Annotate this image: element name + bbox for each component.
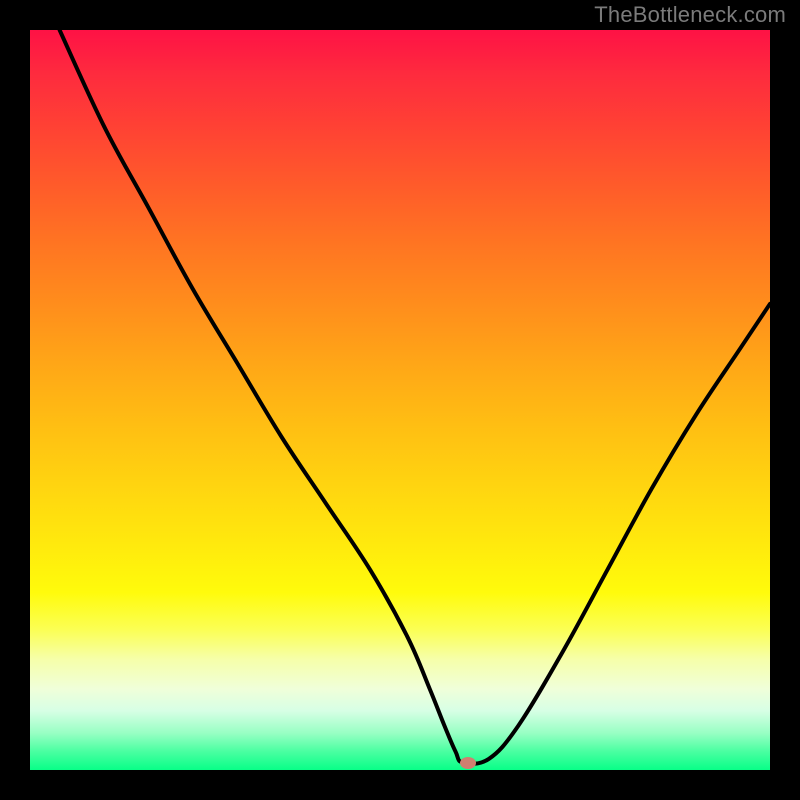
optimal-point-marker — [460, 757, 476, 769]
chart-frame: TheBottleneck.com — [0, 0, 800, 800]
watermark-text: TheBottleneck.com — [594, 2, 786, 28]
plot-area — [30, 30, 770, 770]
bottleneck-curve-path — [60, 30, 770, 764]
curve-svg — [30, 30, 770, 770]
